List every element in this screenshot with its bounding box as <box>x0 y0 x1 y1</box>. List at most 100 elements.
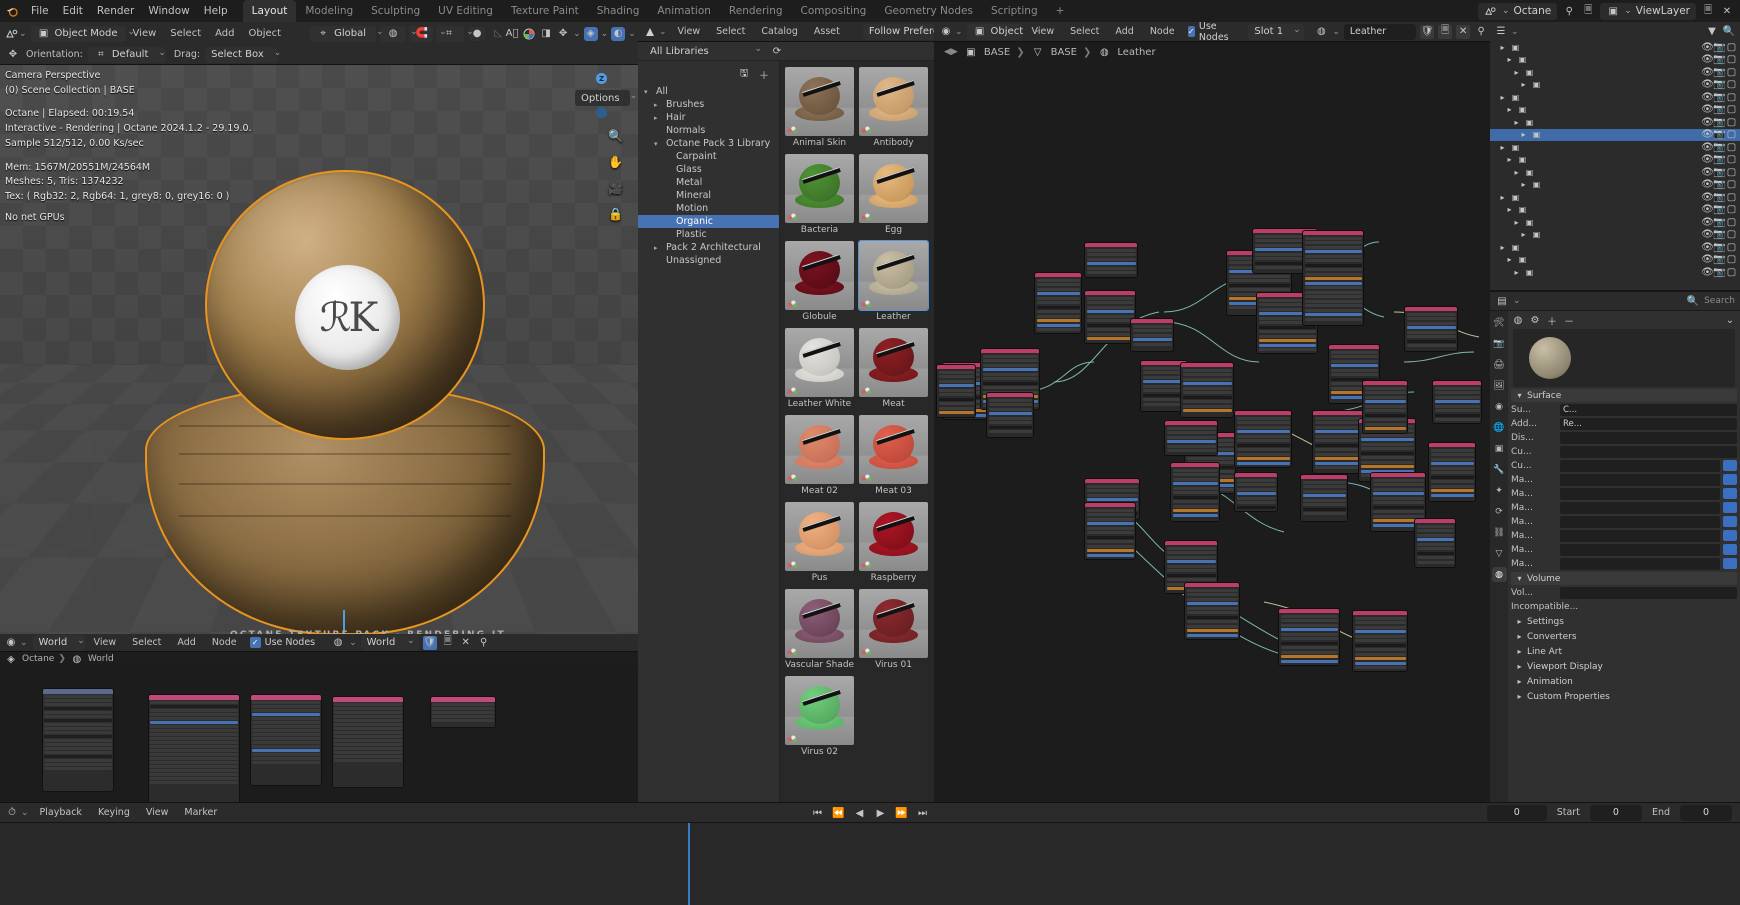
node-socket-row[interactable] <box>1236 483 1276 486</box>
property-row[interactable]: Ma... <box>1511 557 1737 570</box>
viewport-options-button[interactable]: Options <box>575 90 630 106</box>
shader-node[interactable] <box>1170 462 1220 522</box>
node-socket-row[interactable] <box>1086 526 1134 530</box>
node-socket-row[interactable] <box>982 368 1038 371</box>
node-socket-row[interactable] <box>1166 569 1216 572</box>
library-selector[interactable]: All Libraries <box>644 43 766 59</box>
node-socket-row[interactable] <box>988 403 1032 406</box>
node-socket-row[interactable] <box>1304 304 1362 307</box>
shader-node[interactable] <box>1234 472 1278 512</box>
node-socket-row[interactable] <box>1182 395 1232 399</box>
asset-item[interactable]: Leather <box>858 240 929 323</box>
falloff-icon[interactable]: ◺ <box>491 27 505 41</box>
property-section-header[interactable]: ▸ Custom Properties <box>1511 690 1737 703</box>
node-socket-row[interactable] <box>1302 498 1346 502</box>
node-socket-row[interactable] <box>1416 529 1454 532</box>
outliner-search-icon[interactable]: 🔍 <box>1722 25 1736 39</box>
node-socket-row[interactable] <box>1036 305 1080 309</box>
node-breadcrumb-2[interactable]: Leather <box>1117 47 1155 58</box>
node-socket-row[interactable] <box>988 430 1032 433</box>
node-socket-row[interactable] <box>1036 301 1080 304</box>
node-socket-row[interactable] <box>1186 624 1238 628</box>
property-row[interactable]: Add... Re... <box>1511 417 1737 430</box>
tab-constraints[interactable]: ⛓ <box>1492 525 1507 540</box>
property-row[interactable]: Ma... <box>1511 473 1737 486</box>
properties-type-icon[interactable]: ▤ <box>1495 294 1509 308</box>
node-socket-row[interactable] <box>1372 510 1424 513</box>
node-socket-row[interactable] <box>1172 486 1218 490</box>
jump-start-icon[interactable]: ⏮ <box>811 806 825 820</box>
node-socket-row[interactable] <box>1132 338 1172 341</box>
node-socket-row[interactable] <box>1304 254 1362 258</box>
catalog-item[interactable]: Metal <box>638 176 779 189</box>
tab-data[interactable]: ▽ <box>1492 546 1507 561</box>
browse-material-icon[interactable]: ◍ <box>1511 313 1525 327</box>
node-socket-row[interactable] <box>1186 597 1238 601</box>
property-color-swatch[interactable] <box>1723 488 1737 499</box>
catalog-item[interactable]: Carpaint <box>638 150 779 163</box>
snap-pivot-selector[interactable]: ◍ <box>380 25 407 42</box>
tab-shading[interactable]: Shading <box>588 0 649 22</box>
node-socket-row[interactable] <box>1036 323 1080 327</box>
asset-thumbnail[interactable] <box>785 67 854 136</box>
node-socket-row[interactable] <box>1280 641 1338 645</box>
node-socket-row[interactable] <box>1186 615 1238 619</box>
node-socket-row[interactable] <box>1258 334 1316 338</box>
property-color-swatch[interactable] <box>1723 544 1737 555</box>
node-socket-row[interactable] <box>938 384 974 387</box>
node-socket-row[interactable] <box>1406 326 1456 329</box>
property-value-field[interactable] <box>1560 459 1720 472</box>
asset-item[interactable]: Pus <box>785 502 854 584</box>
tab-modifiers[interactable]: 🔧 <box>1492 462 1507 477</box>
property-row[interactable]: Ma... <box>1511 529 1737 542</box>
tab-output[interactable]: 🖨 <box>1492 357 1507 372</box>
node-world-output[interactable] <box>430 696 496 728</box>
node-socket-row[interactable] <box>1304 299 1362 303</box>
node-socket-row[interactable] <box>1172 509 1218 512</box>
pan-hand-icon[interactable]: ✋ <box>607 153 624 170</box>
node-socket-row[interactable] <box>938 375 974 378</box>
property-value-field[interactable] <box>1560 543 1720 556</box>
properties-tab-strip[interactable]: 🛠 📷 🖨 🖼 ◉ 🌐 ▣ 🔧 ✦ ⟳ ⛓ ▽ ◍ <box>1490 311 1508 802</box>
node-socket-row[interactable] <box>1360 465 1414 468</box>
save-catalog-icon[interactable]: 🖫 <box>737 67 751 81</box>
node-socket-row[interactable] <box>1086 337 1134 340</box>
node-socket-row[interactable] <box>982 359 1038 362</box>
material-settings-icon[interactable]: ⚙ <box>1528 313 1542 327</box>
node-socket-row[interactable] <box>1434 391 1480 394</box>
disclosure-icon[interactable]: ▸ <box>654 244 662 252</box>
shader-node[interactable] <box>936 364 976 418</box>
node-socket-row[interactable] <box>1364 427 1406 430</box>
asset-item[interactable]: Meat 03 <box>859 415 928 497</box>
property-value-field[interactable] <box>1560 473 1720 486</box>
outliner-type-icon[interactable]: ☰ <box>1494 25 1508 39</box>
node-socket-row[interactable] <box>1086 498 1138 501</box>
node-socket-row[interactable] <box>1258 330 1316 333</box>
node-socket-row[interactable] <box>1302 489 1346 493</box>
fake-user-icon[interactable]: 🛡 <box>1420 24 1435 39</box>
asset-item[interactable]: Raspberry <box>859 502 928 584</box>
material-preview[interactable] <box>1513 329 1735 387</box>
node-socket-row[interactable] <box>1186 588 1238 592</box>
asset-browser[interactable]: ⌄ View Select Catalog Asset Follow Prefe… <box>638 22 1022 802</box>
node-socket-row[interactable] <box>1086 549 1134 552</box>
node-socket-row[interactable] <box>1372 492 1424 495</box>
outliner-disclosure-icon[interactable]: ▸ <box>1519 178 1528 192</box>
catalog-item[interactable]: ▾ Octane Pack 3 Library <box>638 137 779 150</box>
node-socket-row[interactable] <box>1302 507 1346 511</box>
node-socket-row[interactable] <box>1406 317 1456 320</box>
timeline-track-area[interactable] <box>0 823 1740 905</box>
node-socket-row[interactable] <box>1330 373 1378 376</box>
node-socket-row[interactable] <box>1086 301 1134 304</box>
node-socket-row[interactable] <box>1036 328 1080 331</box>
asset-item[interactable]: Antibody <box>859 67 928 149</box>
outliner-row[interactable]: ▸ ▣ 👁 📷 ▢ <box>1490 128 1740 141</box>
outliner-row[interactable]: ▸ ▣ 👁 📷 ▢ <box>1490 229 1740 242</box>
node-socket-row[interactable] <box>1416 560 1454 564</box>
outliner-row[interactable]: ▸ ▣ 👁 📷 ▢ <box>1490 66 1740 79</box>
node-socket-row[interactable] <box>1360 438 1414 441</box>
disclosure-icon[interactable]: ▾ <box>654 140 662 148</box>
node-socket-row[interactable] <box>1036 310 1080 313</box>
node-socket-row[interactable] <box>1236 505 1276 509</box>
node-socket-row[interactable] <box>1086 508 1134 512</box>
